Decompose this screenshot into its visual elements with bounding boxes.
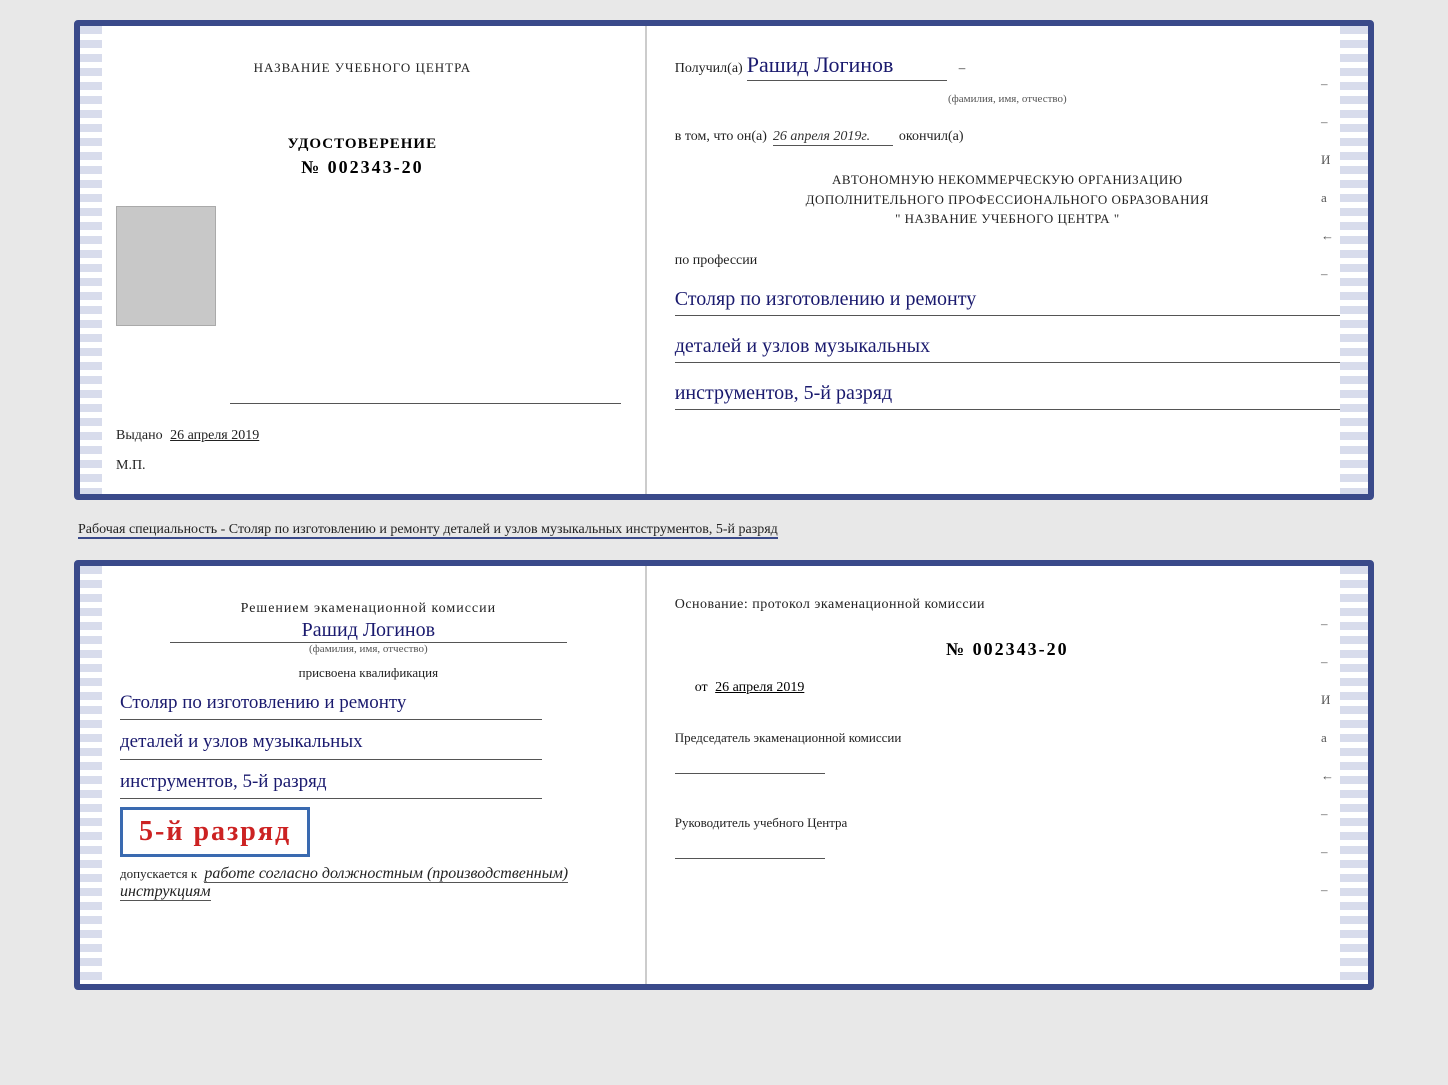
razryad-box: 5-й разряд [120, 807, 310, 857]
dopuskaetsya-label: допускается к [120, 866, 197, 881]
rukovoditel-label: Руководитель учебного Центра [675, 813, 1340, 833]
prof-line1-bottom: Столяр по изготовлению и ремонту [120, 687, 542, 720]
specialty-text: Рабочая специальность - Столяр по изгото… [78, 522, 778, 539]
specialty-info: Рабочая специальность - Столяр по изгото… [74, 516, 1374, 544]
prof-line1-top: Столяр по изготовлению и ремонту [675, 283, 1340, 316]
completion-date: 26 апреля 2019г. [773, 129, 893, 146]
resheniyem-title: Решением экаменационной комиссии [120, 598, 617, 619]
org-line2: ДОПОЛНИТЕЛЬНОГО ПРОФЕССИОНАЛЬНОГО ОБРАЗО… [675, 190, 1340, 210]
top-doc-right: Получил(а) Рашид Логинов – (фамилия, имя… [647, 26, 1368, 494]
ot-date: 26 апреля 2019 [715, 680, 804, 695]
prof-line2-bottom: деталей и узлов музыкальных [120, 726, 542, 759]
name-sublabel-top: (фамилия, имя, отчество) [675, 93, 1340, 105]
prof-line3-bottom: инструментов, 5-й разряд [120, 766, 542, 799]
dopuskaetsya-row: допускается к работе согласно должностны… [120, 865, 617, 901]
ot-label: от [695, 680, 708, 695]
poluchil-row: Получил(а) Рашид Логинов – [675, 52, 1340, 81]
udost-title: УДОСТОВЕРЕНИЕ [288, 136, 438, 153]
poluchil-label: Получил(а) [675, 61, 743, 77]
photo-placeholder [116, 206, 216, 326]
recipient-name-bottom: Рашид Логинов [170, 619, 567, 643]
top-document: НАЗВАНИЕ УЧЕБНОГО ЦЕНТРА УДОСТОВЕРЕНИЕ №… [74, 20, 1374, 500]
bottom-document: Решением экаменационной комиссии Рашид Л… [74, 560, 1374, 990]
org-block: АВТОНОМНУЮ НЕКОММЕРЧЕСКУЮ ОРГАНИЗАЦИЮ ДО… [675, 170, 1340, 229]
recipient-name-top: Рашид Логинов [747, 52, 947, 81]
bottom-doc-right: Основание: протокол экаменационной комис… [647, 566, 1368, 984]
vtom-label: в том, что он(а) [675, 129, 767, 145]
top-doc-left: НАЗВАНИЕ УЧЕБНОГО ЦЕНТРА УДОСТОВЕРЕНИЕ №… [80, 26, 647, 494]
org-line1: АВТОНОМНУЮ НЕКОММЕРЧЕСКУЮ ОРГАНИЗАЦИЮ [675, 170, 1340, 190]
vtom-row: в том, что он(а) 26 апреля 2019г. окончи… [675, 129, 1340, 146]
org-line3: " НАЗВАНИЕ УЧЕБНОГО ЦЕНТРА " [675, 209, 1340, 229]
dash1: – [959, 60, 966, 76]
protocol-number: № 002343-20 [675, 639, 1340, 660]
ot-date-row: от 26 апреля 2019 [695, 680, 1340, 696]
rukovoditel-block: Руководитель учебного Центра [675, 813, 1340, 864]
prof-line3-top: инструментов, 5-й разряд [675, 377, 1340, 410]
predsedatel-block: Председатель экаменационной комиссии [675, 728, 1340, 779]
po-professii-label: по профессии [675, 253, 1340, 269]
top-center-title: НАЗВАНИЕ УЧЕБНОГО ЦЕНТРА [254, 60, 471, 76]
prof-line2-top: деталей и узлов музыкальных [675, 330, 1340, 363]
prisvoena-label: присвоена квалификация [120, 665, 617, 681]
rukovoditel-signature [675, 841, 825, 859]
mp-label: М.П. [116, 458, 146, 474]
name-sublabel-bottom: (фамилия, имя, отчество) [170, 643, 567, 655]
predsedatel-signature [675, 756, 825, 774]
udost-number: № 002343-20 [301, 157, 424, 178]
okonchil-label: окончил(а) [899, 129, 964, 145]
predsedatel-label: Председатель экаменационной комиссии [675, 728, 1340, 748]
osnovanie-title: Основание: протокол экаменационной комис… [675, 594, 1340, 615]
right-dashes-bottom: ––Иа←––– [1321, 616, 1334, 898]
vydano-label: Выдано [116, 428, 163, 443]
right-dashes-top: ––Иа←– [1321, 76, 1334, 282]
bottom-doc-left: Решением экаменационной комиссии Рашид Л… [80, 566, 647, 984]
vydano-date: 26 апреля 2019 [170, 428, 259, 443]
razryad-big: 5-й разряд [139, 816, 291, 847]
vydano-line: Выдано 26 апреля 2019 [116, 428, 259, 444]
